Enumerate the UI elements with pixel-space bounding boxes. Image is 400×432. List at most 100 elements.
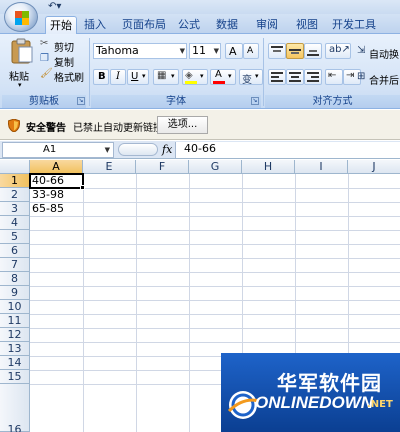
row-header-15[interactable]: 15 (0, 370, 30, 384)
row-header-2[interactable]: 2 (0, 188, 30, 202)
align-center-icon (289, 72, 301, 82)
gridline (30, 188, 400, 189)
font-color-letter: A (215, 69, 222, 80)
active-cell-border (29, 173, 84, 189)
column-header-f[interactable]: F (136, 160, 189, 174)
font-name-value: Tahoma (96, 44, 139, 57)
font-group-label: 字体 (91, 95, 261, 108)
office-logo-icon (15, 11, 29, 25)
column-header-i[interactable]: I (295, 160, 348, 174)
decrease-indent-button[interactable]: ⇤ (325, 69, 343, 85)
fill-color-button[interactable]: ◈ ▾ (182, 69, 208, 85)
paintbrush-icon: 🖌 (40, 68, 53, 79)
tab-data[interactable]: 数据 (212, 16, 242, 34)
gridline (30, 300, 400, 301)
row-header-12[interactable]: 12 (0, 328, 30, 342)
align-bottom-button[interactable] (304, 43, 322, 59)
ribbon-tabs: 开始 插入 页面布局 公式 数据 审阅 视图 开发工具 (0, 14, 400, 34)
wrap-text-label: 自动换 (369, 50, 399, 61)
font-launcher-icon[interactable]: ↘ (251, 97, 259, 105)
column-header-a[interactable]: A (30, 160, 83, 174)
wrap-text-button[interactable]: ⇲ 自动换 (357, 45, 400, 61)
tab-insert[interactable]: 插入 (80, 16, 110, 34)
chevron-down-icon: ▼ (104, 146, 110, 154)
phonetic-button[interactable]: 变 ▾ (239, 69, 263, 86)
cell-a3[interactable]: 65-85 (30, 202, 64, 216)
cut-button[interactable]: ✂ 剪切 (40, 38, 80, 54)
row-header-8[interactable]: 8 (0, 272, 30, 286)
tab-formulas[interactable]: 公式 (174, 16, 204, 34)
office-button[interactable] (4, 2, 38, 32)
shrink-font-button[interactable]: A (243, 43, 259, 59)
font-color-button[interactable]: A ▾ (210, 69, 236, 85)
gridline (83, 174, 84, 432)
merge-center-button[interactable]: ⊞ 合并后 (357, 71, 400, 87)
paste-button[interactable]: 粘贴 ▾ (6, 38, 38, 90)
insert-function-button[interactable]: fx (162, 143, 172, 156)
formula-input[interactable]: 40-66 (175, 142, 400, 158)
align-middle-button[interactable] (286, 43, 304, 59)
name-box[interactable]: A1 ▼ (2, 142, 114, 158)
formula-bar-expander-icon[interactable] (118, 143, 158, 156)
align-top-button[interactable] (268, 43, 286, 59)
gridline (30, 258, 400, 259)
align-right-button[interactable] (304, 69, 322, 85)
row-header-4[interactable]: 4 (0, 216, 30, 230)
cell-a2[interactable]: 33-98 (30, 188, 64, 202)
row-header-7[interactable]: 7 (0, 258, 30, 272)
gridline (189, 174, 190, 432)
align-center-button[interactable] (286, 69, 304, 85)
orientation-button[interactable]: ab↗ (325, 43, 351, 59)
row-header-9[interactable]: 9 (0, 286, 30, 300)
gridline (30, 272, 400, 273)
row-header-6[interactable]: 6 (0, 244, 30, 258)
row-header-5[interactable]: 5 (0, 230, 30, 244)
tab-home[interactable]: 开始 (45, 16, 77, 34)
column-header-h[interactable]: H (242, 160, 295, 174)
phonetic-label: 变 (242, 75, 252, 86)
watermark-en-text: ONLINEDOWN (255, 393, 374, 412)
separator (263, 38, 264, 106)
underline-button[interactable]: U ▾ (127, 69, 149, 85)
underline-label: U (131, 71, 139, 82)
row-header-3[interactable]: 3 (0, 202, 30, 216)
separator (89, 38, 90, 106)
select-all-corner[interactable] (0, 160, 30, 174)
tab-view[interactable]: 视图 (292, 16, 322, 34)
font-size-combo[interactable]: 11 ▼ (189, 43, 221, 59)
fill-bucket-icon: ◈ (185, 70, 193, 81)
tab-review[interactable]: 审阅 (252, 16, 282, 34)
font-size-value: 11 (192, 44, 206, 57)
gridline (30, 342, 400, 343)
gridline (30, 286, 400, 287)
borders-button[interactable]: ▦ ▾ (153, 69, 179, 85)
fill-handle[interactable] (80, 185, 85, 190)
align-left-button[interactable] (268, 69, 286, 85)
grow-font-button[interactable]: A (225, 43, 243, 59)
copy-icon: ❐ (40, 53, 49, 64)
copy-button[interactable]: ❐ 复制 (40, 53, 80, 69)
quick-access-undo-icon[interactable]: ↶▾ (48, 1, 61, 12)
format-painter-button[interactable]: 🖌 格式刷 (40, 68, 88, 84)
column-header-j[interactable]: J (348, 160, 400, 174)
font-name-combo[interactable]: Tahoma ▼ (93, 43, 187, 59)
tab-page-layout[interactable]: 页面布局 (116, 16, 172, 34)
ribbon: 粘贴 ▾ ✂ 剪切 ❐ 复制 🖌 格式刷 剪贴板 ↘ Tahoma ▼ 11 ▼… (0, 34, 400, 109)
chevron-down-icon: ▼ (179, 47, 185, 55)
column-header-e[interactable]: E (83, 160, 136, 174)
options-button[interactable]: 选项... (157, 116, 208, 134)
column-header-g[interactable]: G (189, 160, 242, 174)
chevron-down-icon: ▼ (213, 47, 219, 55)
fill-color-swatch (185, 81, 197, 84)
row-header-13[interactable]: 13 (0, 342, 30, 356)
row-header-1[interactable]: 1 (0, 174, 30, 188)
italic-button[interactable]: I (110, 69, 126, 85)
clipboard-launcher-icon[interactable]: ↘ (77, 97, 85, 105)
row-header-10[interactable]: 10 (0, 300, 30, 314)
tab-developer[interactable]: 开发工具 (330, 16, 378, 34)
bold-button[interactable]: B (93, 69, 109, 85)
chevron-down-icon: ▾ (255, 72, 259, 80)
row-header-14[interactable]: 14 (0, 356, 30, 370)
row-header-16[interactable]: 16 (0, 384, 30, 432)
row-header-11[interactable]: 11 (0, 314, 30, 328)
